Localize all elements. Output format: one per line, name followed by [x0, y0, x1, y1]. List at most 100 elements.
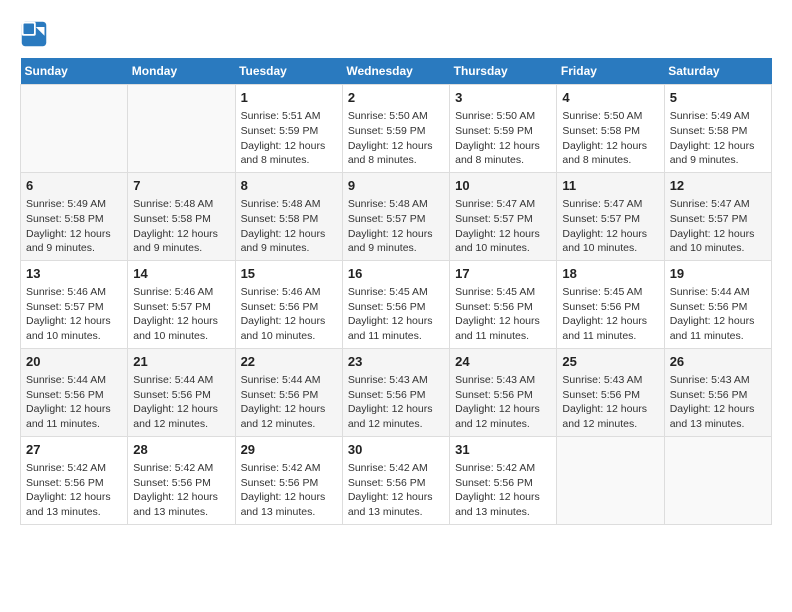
day-info: Sunrise: 5:48 AM Sunset: 5:57 PM Dayligh… [348, 197, 444, 256]
calendar-cell [664, 436, 771, 524]
day-header-thursday: Thursday [450, 58, 557, 85]
day-info: Sunrise: 5:50 AM Sunset: 5:59 PM Dayligh… [455, 109, 551, 168]
calendar-cell [21, 85, 128, 173]
day-number: 27 [26, 441, 122, 459]
day-info: Sunrise: 5:47 AM Sunset: 5:57 PM Dayligh… [670, 197, 766, 256]
day-info: Sunrise: 5:42 AM Sunset: 5:56 PM Dayligh… [133, 461, 229, 520]
calendar-cell: 19 Sunrise: 5:44 AM Sunset: 5:56 PM Dayli… [664, 260, 771, 348]
calendar-cell: 23 Sunrise: 5:43 AM Sunset: 5:56 PM Dayli… [342, 348, 449, 436]
logo [20, 20, 50, 48]
day-info: Sunrise: 5:42 AM Sunset: 5:56 PM Dayligh… [455, 461, 551, 520]
day-number: 1 [241, 89, 337, 107]
day-info: Sunrise: 5:48 AM Sunset: 5:58 PM Dayligh… [241, 197, 337, 256]
calendar-cell: 1 Sunrise: 5:51 AM Sunset: 5:59 PM Daylig… [235, 85, 342, 173]
day-info: Sunrise: 5:44 AM Sunset: 5:56 PM Dayligh… [670, 285, 766, 344]
day-info: Sunrise: 5:45 AM Sunset: 5:56 PM Dayligh… [562, 285, 658, 344]
calendar-cell: 14 Sunrise: 5:46 AM Sunset: 5:57 PM Dayli… [128, 260, 235, 348]
day-info: Sunrise: 5:43 AM Sunset: 5:56 PM Dayligh… [670, 373, 766, 432]
day-number: 17 [455, 265, 551, 283]
day-info: Sunrise: 5:47 AM Sunset: 5:57 PM Dayligh… [562, 197, 658, 256]
day-number: 2 [348, 89, 444, 107]
calendar-table: SundayMondayTuesdayWednesdayThursdayFrid… [20, 58, 772, 525]
day-info: Sunrise: 5:49 AM Sunset: 5:58 PM Dayligh… [26, 197, 122, 256]
day-number: 11 [562, 177, 658, 195]
week-row-2: 6 Sunrise: 5:49 AM Sunset: 5:58 PM Daylig… [21, 172, 772, 260]
day-info: Sunrise: 5:47 AM Sunset: 5:57 PM Dayligh… [455, 197, 551, 256]
calendar-cell: 6 Sunrise: 5:49 AM Sunset: 5:58 PM Daylig… [21, 172, 128, 260]
day-number: 16 [348, 265, 444, 283]
calendar-cell: 31 Sunrise: 5:42 AM Sunset: 5:56 PM Dayli… [450, 436, 557, 524]
day-info: Sunrise: 5:42 AM Sunset: 5:56 PM Dayligh… [241, 461, 337, 520]
day-info: Sunrise: 5:45 AM Sunset: 5:56 PM Dayligh… [455, 285, 551, 344]
calendar-cell: 24 Sunrise: 5:43 AM Sunset: 5:56 PM Dayli… [450, 348, 557, 436]
week-row-1: 1 Sunrise: 5:51 AM Sunset: 5:59 PM Daylig… [21, 85, 772, 173]
calendar-cell: 16 Sunrise: 5:45 AM Sunset: 5:56 PM Dayli… [342, 260, 449, 348]
day-number: 14 [133, 265, 229, 283]
day-info: Sunrise: 5:43 AM Sunset: 5:56 PM Dayligh… [562, 373, 658, 432]
calendar-cell: 17 Sunrise: 5:45 AM Sunset: 5:56 PM Dayli… [450, 260, 557, 348]
calendar-cell: 10Sunrise: 5:47 AM Sunset: 5:57 PM Dayli… [450, 172, 557, 260]
calendar-cell: 13Sunrise: 5:46 AM Sunset: 5:57 PM Dayli… [21, 260, 128, 348]
week-row-5: 27 Sunrise: 5:42 AM Sunset: 5:56 PM Dayli… [21, 436, 772, 524]
day-number: 21 [133, 353, 229, 371]
calendar-cell: 29 Sunrise: 5:42 AM Sunset: 5:56 PM Dayli… [235, 436, 342, 524]
day-info: Sunrise: 5:43 AM Sunset: 5:56 PM Dayligh… [348, 373, 444, 432]
day-number: 19 [670, 265, 766, 283]
day-header-saturday: Saturday [664, 58, 771, 85]
day-number: 3 [455, 89, 551, 107]
day-info: Sunrise: 5:42 AM Sunset: 5:56 PM Dayligh… [348, 461, 444, 520]
day-number: 8 [241, 177, 337, 195]
day-number: 24 [455, 353, 551, 371]
day-info: Sunrise: 5:50 AM Sunset: 5:59 PM Dayligh… [348, 109, 444, 168]
day-number: 4 [562, 89, 658, 107]
day-number: 13 [26, 265, 122, 283]
day-number: 31 [455, 441, 551, 459]
day-header-tuesday: Tuesday [235, 58, 342, 85]
calendar-cell: 5 Sunrise: 5:49 AM Sunset: 5:58 PM Daylig… [664, 85, 771, 173]
calendar-cell: 26Sunrise: 5:43 AM Sunset: 5:56 PM Dayli… [664, 348, 771, 436]
day-number: 7 [133, 177, 229, 195]
day-info: Sunrise: 5:45 AM Sunset: 5:56 PM Dayligh… [348, 285, 444, 344]
day-number: 5 [670, 89, 766, 107]
week-row-3: 13 Sunrise: 5:46 AM Sunset: 5:57 PM Dayli… [21, 260, 772, 348]
calendar-cell: 25 Sunrise: 5:43 AM Sunset: 5:56 PM Dayli… [557, 348, 664, 436]
logo-icon [20, 20, 48, 48]
calendar-header-row: SundayMondayTuesdayWednesdayThursdayFrid… [21, 58, 772, 85]
day-number: 28 [133, 441, 229, 459]
day-header-monday: Monday [128, 58, 235, 85]
calendar-cell: 8 Sunrise: 5:48 AM Sunset: 5:58 PM Daylig… [235, 172, 342, 260]
day-info: Sunrise: 5:46 AM Sunset: 5:57 PM Dayligh… [133, 285, 229, 344]
calendar-cell: 9 Sunrise: 5:48 AM Sunset: 5:57 PM Daylig… [342, 172, 449, 260]
day-header-sunday: Sunday [21, 58, 128, 85]
day-info: Sunrise: 5:44 AM Sunset: 5:56 PM Dayligh… [133, 373, 229, 432]
day-number: 23 [348, 353, 444, 371]
day-number: 20 [26, 353, 122, 371]
day-info: Sunrise: 5:48 AM Sunset: 5:58 PM Dayligh… [133, 197, 229, 256]
calendar-cell: 7 Sunrise: 5:48 AM Sunset: 5:58 PM Daylig… [128, 172, 235, 260]
day-info: Sunrise: 5:44 AM Sunset: 5:56 PM Dayligh… [241, 373, 337, 432]
week-row-4: 20 Sunrise: 5:44 AM Sunset: 5:56 PM Dayli… [21, 348, 772, 436]
day-info: Sunrise: 5:46 AM Sunset: 5:56 PM Dayligh… [241, 285, 337, 344]
day-number: 6 [26, 177, 122, 195]
calendar-cell: 11 Sunrise: 5:47 AM Sunset: 5:57 PM Dayli… [557, 172, 664, 260]
day-number: 12 [670, 177, 766, 195]
day-number: 29 [241, 441, 337, 459]
day-number: 22 [241, 353, 337, 371]
day-info: Sunrise: 5:51 AM Sunset: 5:59 PM Dayligh… [241, 109, 337, 168]
calendar-cell: 15 Sunrise: 5:46 AM Sunset: 5:56 PM Dayli… [235, 260, 342, 348]
day-info: Sunrise: 5:49 AM Sunset: 5:58 PM Dayligh… [670, 109, 766, 168]
calendar-cell: 27 Sunrise: 5:42 AM Sunset: 5:56 PM Dayli… [21, 436, 128, 524]
day-header-wednesday: Wednesday [342, 58, 449, 85]
day-number: 18 [562, 265, 658, 283]
day-info: Sunrise: 5:44 AM Sunset: 5:56 PM Dayligh… [26, 373, 122, 432]
day-number: 30 [348, 441, 444, 459]
day-info: Sunrise: 5:43 AM Sunset: 5:56 PM Dayligh… [455, 373, 551, 432]
calendar-cell: 12 Sunrise: 5:47 AM Sunset: 5:57 PM Dayli… [664, 172, 771, 260]
calendar-cell: 22 Sunrise: 5:44 AM Sunset: 5:56 PM Dayli… [235, 348, 342, 436]
calendar-cell [557, 436, 664, 524]
day-number: 9 [348, 177, 444, 195]
day-info: Sunrise: 5:42 AM Sunset: 5:56 PM Dayligh… [26, 461, 122, 520]
day-number: 25 [562, 353, 658, 371]
calendar-cell: 30 Sunrise: 5:42 AM Sunset: 5:56 PM Dayli… [342, 436, 449, 524]
day-number: 15 [241, 265, 337, 283]
